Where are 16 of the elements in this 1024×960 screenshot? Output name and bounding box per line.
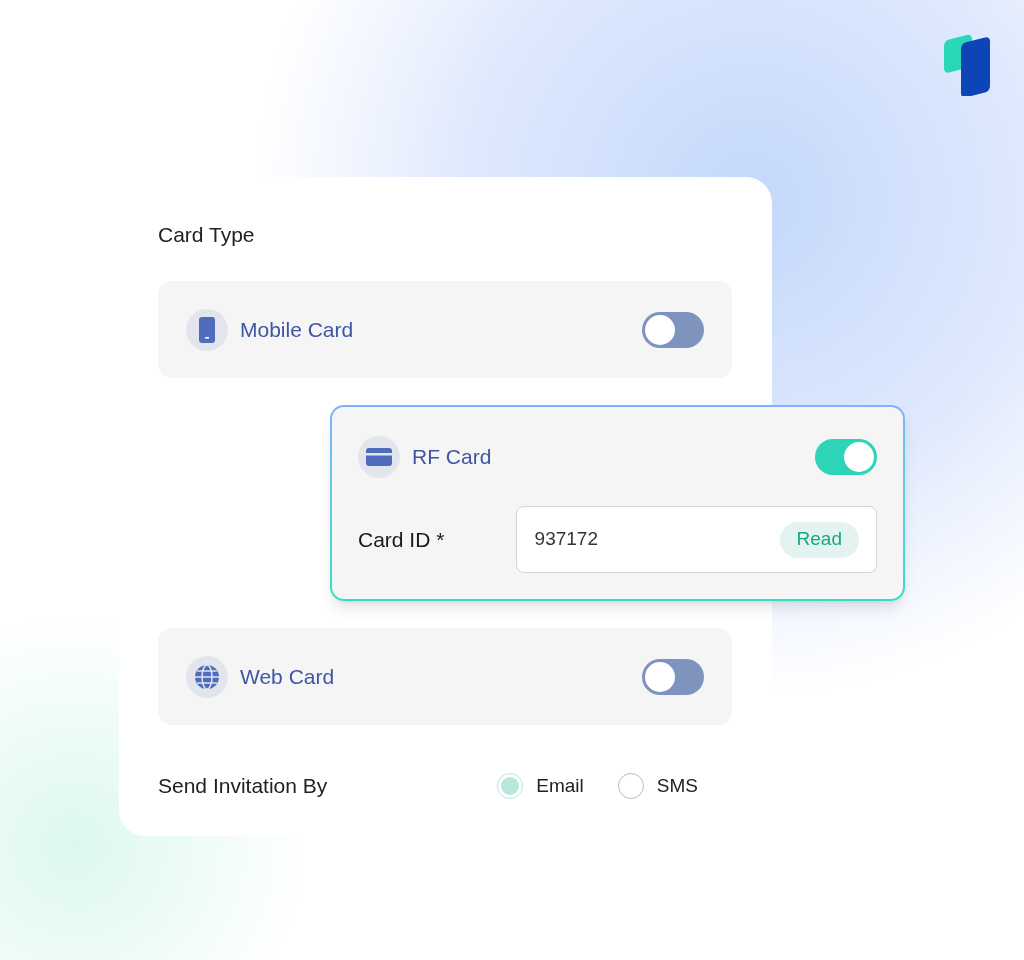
radio-label: Email bbox=[536, 773, 584, 798]
credit-card-icon bbox=[366, 448, 392, 466]
card-type-label: Web Card bbox=[240, 663, 335, 690]
toggle-switch[interactable] bbox=[815, 439, 877, 475]
logo-icon bbox=[943, 34, 991, 96]
section-title: Card Type bbox=[158, 222, 256, 248]
invitation-label: Send Invitation By bbox=[158, 773, 329, 799]
radio-label: SMS bbox=[656, 773, 698, 798]
field-label: Card ID * bbox=[358, 526, 446, 553]
card-type-label: Mobile Card bbox=[240, 316, 354, 343]
globe-icon bbox=[194, 663, 220, 690]
phone-icon bbox=[199, 316, 215, 343]
card-id-field[interactable]: 937172 Read bbox=[515, 506, 877, 573]
toggle-switch[interactable] bbox=[642, 658, 704, 695]
card-type-label: RF Card bbox=[412, 444, 492, 471]
toggle-switch[interactable] bbox=[642, 311, 704, 348]
